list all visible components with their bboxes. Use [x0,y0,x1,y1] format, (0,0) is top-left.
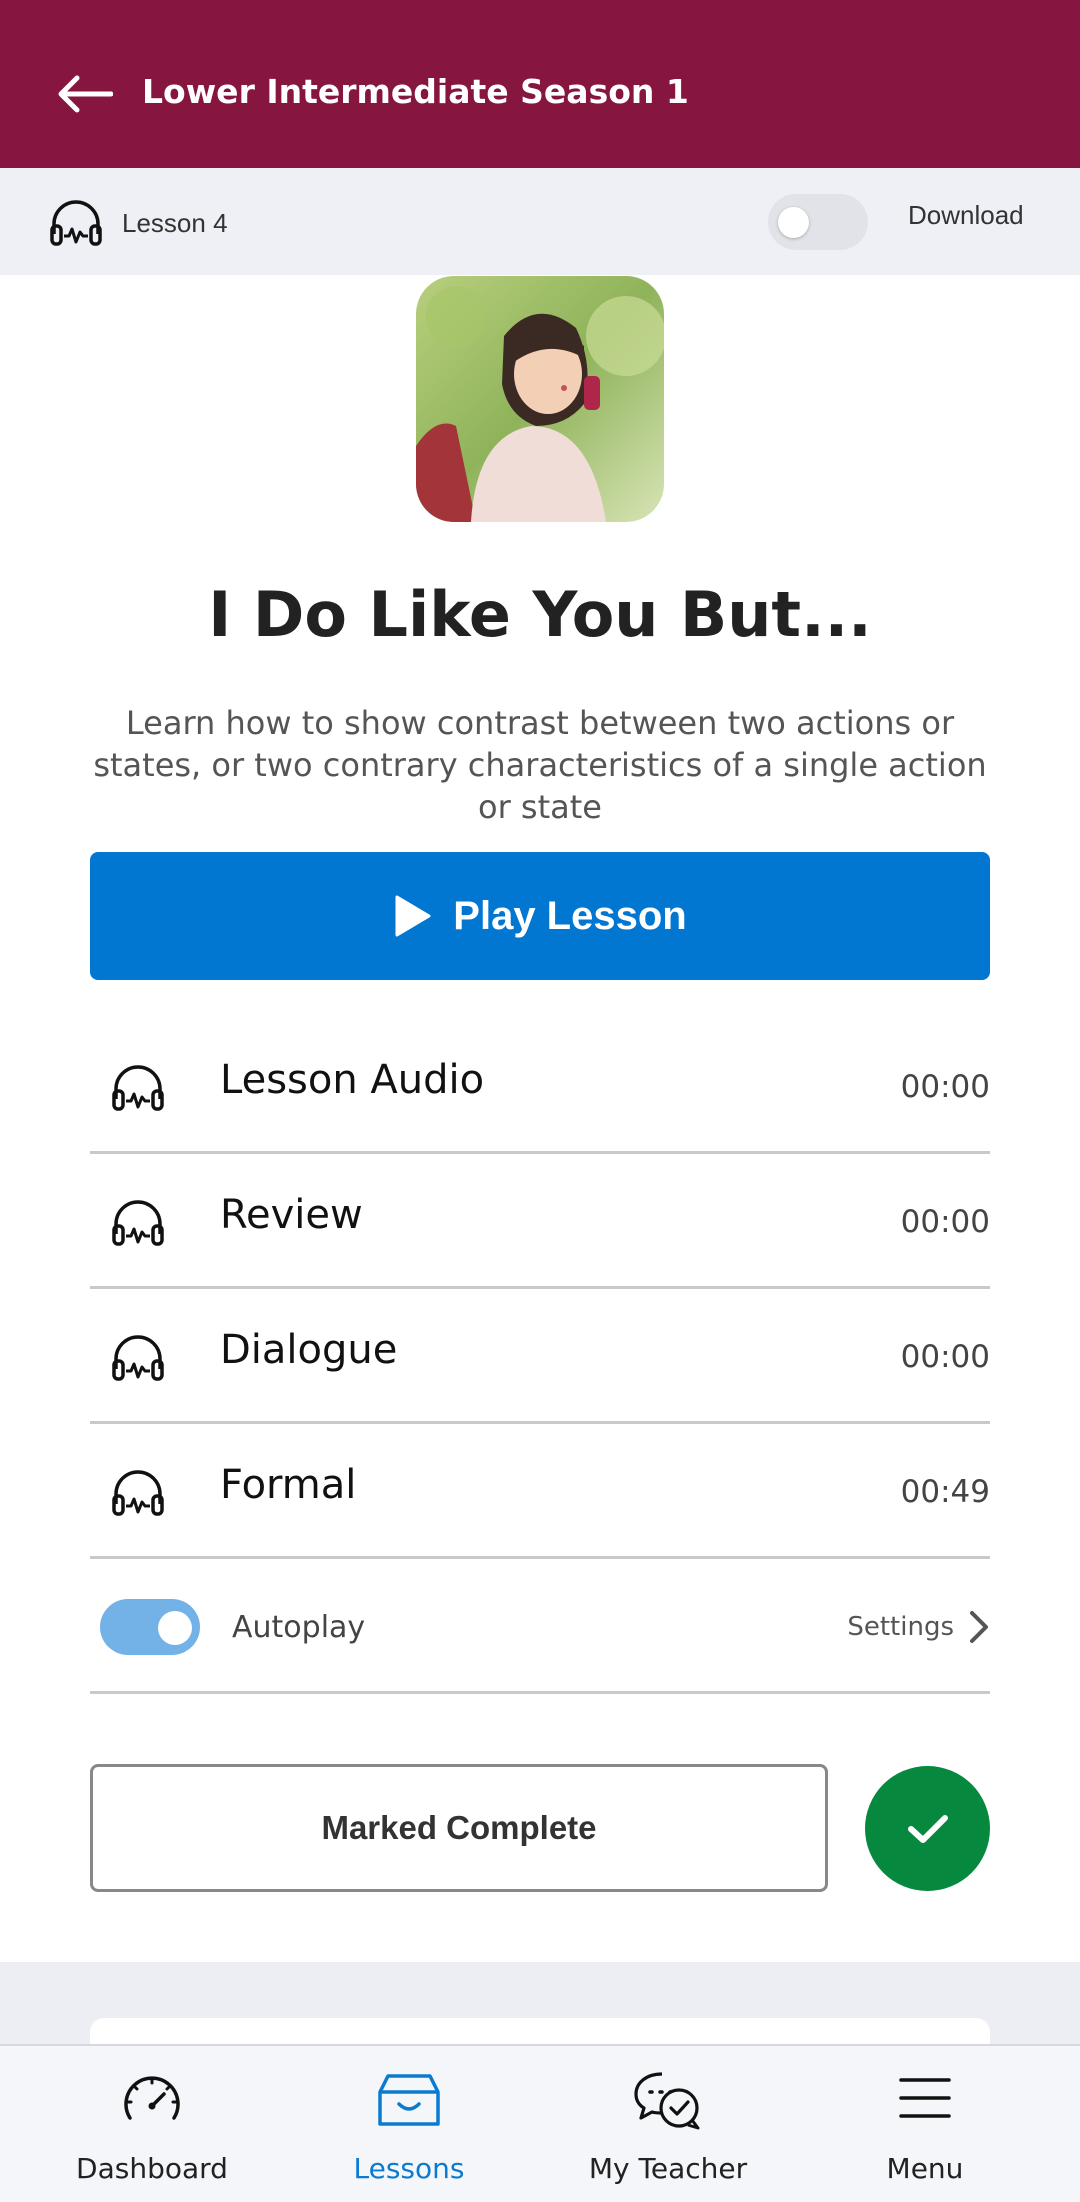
nav-menu[interactable]: Menu [790,2046,1060,2202]
top-app-bar: Lower Intermediate Season 1 [0,0,1080,168]
nav-label: Dashboard [76,2152,228,2185]
nav-label: My Teacher [588,2152,748,2185]
settings-link[interactable]: Settings [847,1605,990,1649]
download-toggle[interactable] [768,194,868,250]
play-lesson-label: Play Lesson [453,893,687,938]
speedometer-icon [124,2076,180,2120]
download-label: Download [908,200,1024,230]
settings-label: Settings [847,1612,954,1642]
lesson-thumbnail [416,276,664,522]
nav-my-teacher[interactable]: My Teacher [533,2046,803,2202]
marked-complete-label: Marked Complete [321,1809,597,1846]
track-time: 00:00 [900,1069,990,1105]
headphones-icon [112,1200,164,1246]
track-name: Dialogue [220,1327,398,1373]
track-name: Review [220,1192,363,1238]
inbox-icon [378,2074,440,2126]
track-lesson-audio[interactable]: Lesson Audio 00:00 [90,1019,990,1154]
nav-lessons[interactable]: Lessons [274,2046,544,2202]
play-lesson-button[interactable]: Play Lesson [90,852,990,980]
headphones-icon [112,1065,164,1111]
track-time: 00:00 [900,1339,990,1375]
checkmark-icon [907,1814,948,1843]
page-title: Lower Intermediate Season 1 [142,72,689,111]
headphones-icon [112,1470,164,1516]
track-name: Lesson Audio [220,1057,485,1103]
toggle-knob [158,1611,192,1645]
track-time: 00:00 [900,1204,990,1240]
headphones-icon [50,200,102,246]
autoplay-toggle[interactable] [100,1599,200,1655]
complete-check-button[interactable] [865,1766,990,1891]
track-formal[interactable]: Formal 00:49 [90,1424,990,1559]
lesson-title: I Do Like You But... [208,578,872,651]
autoplay-label: Autoplay [232,1610,366,1645]
toggle-knob [778,207,809,238]
back-button[interactable] [52,66,116,122]
lesson-number: Lesson 4 [122,208,228,238]
track-name: Formal [220,1462,357,1508]
headphones-icon [112,1335,164,1381]
lesson-description: Learn how to show contrast between two a… [93,704,987,826]
track-time: 00:49 [900,1474,990,1510]
autoplay-row: Autoplay Settings [90,1559,990,1694]
chevron-right-icon [970,1611,988,1643]
track-review[interactable]: Review 00:00 [90,1154,990,1289]
bottom-navigation: Dashboard Lessons My Teacher Menu [0,2044,1080,2202]
nav-dashboard[interactable]: Dashboard [17,2046,287,2202]
nav-label: Lessons [353,2152,465,2185]
hamburger-icon [899,2078,951,2118]
track-dialogue[interactable]: Dialogue 00:00 [90,1289,990,1424]
marked-complete-button[interactable]: Marked Complete [90,1764,828,1892]
play-icon [395,895,431,937]
chat-check-icon [634,2072,700,2130]
back-arrow-icon [58,75,113,113]
nav-label: Menu [886,2152,964,2185]
